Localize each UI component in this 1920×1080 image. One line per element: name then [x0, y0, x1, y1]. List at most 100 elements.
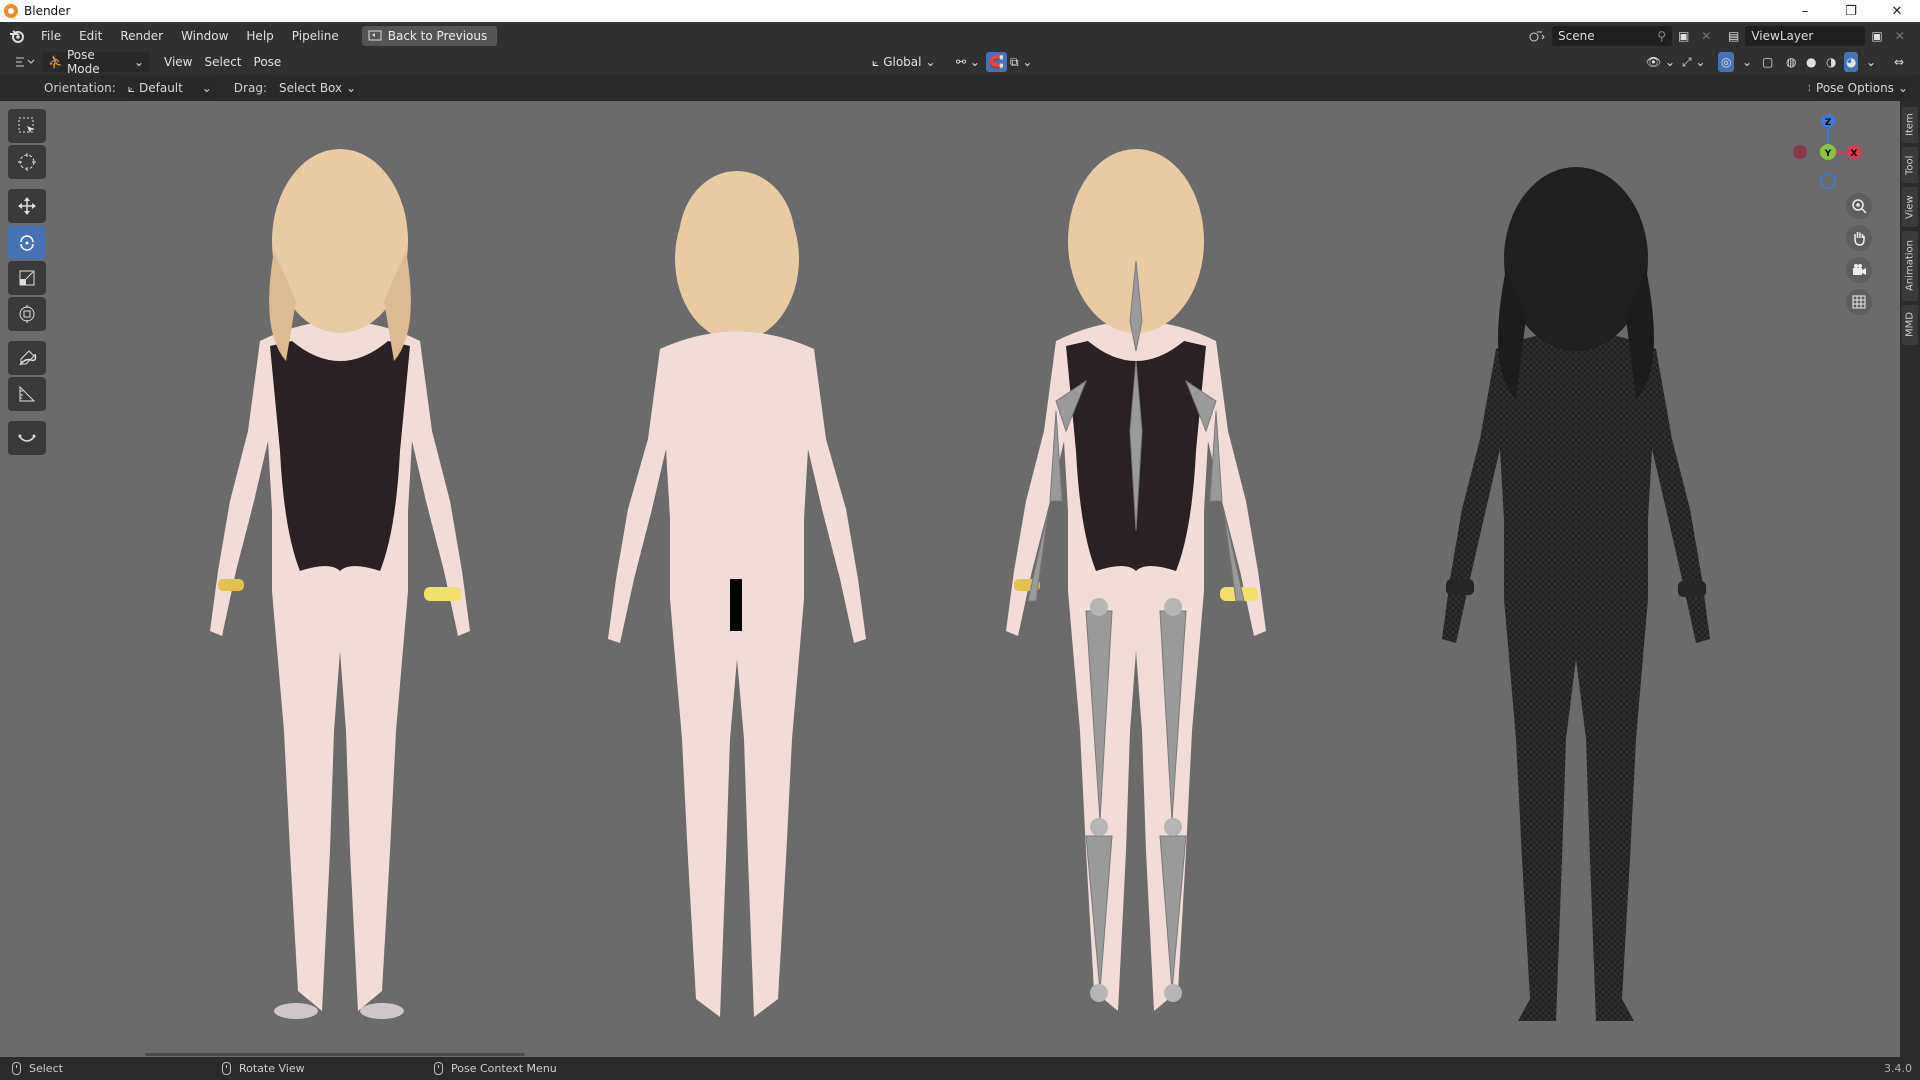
window-title: Blender [24, 4, 71, 18]
gizmo-y-label: Y [1824, 149, 1832, 159]
scene-browse-icon[interactable] [1522, 26, 1552, 46]
gizmo-x-label: X [1851, 149, 1858, 159]
rotate-tool-icon[interactable] [8, 225, 46, 259]
scene-name-field[interactable]: Scene ⚲ [1552, 25, 1672, 46]
viewport-navigation-buttons [1846, 193, 1872, 315]
tab-item[interactable]: Item [1902, 107, 1918, 143]
chevron-down-icon: ⌄ [925, 55, 936, 69]
horizontal-scrollbar[interactable] [145, 1053, 525, 1056]
menu-render[interactable]: Render [111, 25, 172, 47]
menu-window[interactable]: Window [172, 25, 237, 47]
character-model-armature[interactable] [996, 131, 1276, 1031]
chevron-down-icon: ⌄ [133, 55, 144, 69]
status-select-label: Select [29, 1062, 63, 1075]
annotate-tool-icon[interactable] [8, 341, 46, 375]
orientation-axes-icon: ⟀ [872, 54, 880, 69]
snap-target-icon[interactable]: ⧉ ⌄ [1004, 52, 1038, 72]
blender-version: 3.4.0 [1884, 1062, 1912, 1075]
overlays-toggle-icon[interactable]: ◎ [1718, 52, 1735, 72]
shading-dropdown-icon[interactable]: ⌄ [1864, 52, 1878, 72]
header-menu-view[interactable]: View [158, 52, 198, 72]
censor-bar [730, 579, 742, 631]
material-shading-icon[interactable]: ◑ [1824, 52, 1838, 72]
cursor-tool-icon[interactable] [8, 145, 46, 179]
minimize-button[interactable]: – [1782, 0, 1828, 22]
window-titlebar: Blender – ❐ ✕ [0, 0, 1920, 22]
tab-mmd[interactable]: MMD [1902, 305, 1918, 345]
mode-label: Pose Mode [66, 48, 100, 76]
back-to-previous-label: Back to Previous [387, 28, 488, 43]
perspective-grid-icon[interactable] [1846, 289, 1872, 315]
status-bar: Select Rotate View Pose Context Menu 3.4… [0, 1057, 1920, 1080]
measure-tool-icon[interactable] [8, 377, 46, 411]
orientation-label: Orientation: [44, 81, 116, 95]
character-model-wireframe[interactable] [1426, 149, 1726, 1049]
character-model-swimsuit[interactable] [200, 131, 480, 1031]
drag-value: Select Box [278, 81, 343, 95]
status-rotate-view-label: Rotate View [239, 1062, 305, 1075]
visibility-eye-icon[interactable]: 👁 ⌄ [1640, 52, 1681, 72]
close-button[interactable]: ✕ [1874, 0, 1920, 22]
tool-shelf [8, 109, 46, 455]
menu-pipeline[interactable]: Pipeline [283, 25, 348, 47]
header-menu-pose[interactable]: Pose [248, 52, 288, 72]
relax-pose-tool-icon[interactable] [8, 421, 46, 455]
status-context-menu-label: Pose Context Menu [451, 1062, 557, 1075]
sidebar-tabs: Item Tool View Animation MMD [1900, 101, 1920, 1057]
mouse-left-icon [12, 1062, 21, 1075]
wireframe-shading-icon[interactable]: ◍ [1784, 52, 1798, 72]
back-to-previous-button[interactable]: Back to Previous [361, 25, 498, 46]
status-context-menu: Pose Context Menu [434, 1062, 557, 1075]
viewport-header: ⛹ Pose Mode ⌄ View Select Pose ⟀ Global … [0, 48, 1920, 76]
3d-viewport[interactable]: Z X Y [0, 101, 1900, 1057]
view-layer-field[interactable]: ViewLayer [1745, 25, 1866, 46]
menu-help[interactable]: Help [237, 25, 282, 47]
new-scene-icon[interactable]: ▣ [1672, 26, 1695, 46]
window-controls: – ❐ ✕ [1782, 0, 1920, 22]
transform-orientation-dropdown[interactable]: ⟀ Global ⌄ [866, 52, 942, 72]
collapse-header-icon[interactable]: ⇔ [1892, 52, 1906, 72]
maximize-button[interactable]: ❐ [1828, 0, 1874, 22]
pose-options-label: Pose Options [1816, 81, 1894, 95]
menu-file[interactable]: File [32, 25, 70, 47]
pan-hand-icon[interactable] [1846, 225, 1872, 251]
tab-animation[interactable]: Animation [1902, 231, 1918, 301]
mode-selector[interactable]: ⛹ Pose Mode ⌄ [42, 48, 150, 76]
pose-mode-icon: ⛹ [48, 55, 63, 69]
pivot-point-icon[interactable]: ⚯ ⌄ [950, 52, 986, 72]
chevron-down-icon: ⌄ [1897, 81, 1908, 95]
drag-dropdown[interactable]: Select Box ⌄ [272, 78, 363, 98]
drag-label: Drag: [233, 81, 267, 95]
move-tool-icon[interactable] [8, 189, 46, 223]
delete-view-layer-icon[interactable]: ✕ [1889, 26, 1911, 46]
blender-menu-icon[interactable] [8, 27, 26, 45]
camera-view-icon[interactable] [1846, 257, 1872, 283]
menu-edit[interactable]: Edit [70, 25, 111, 47]
orientation-dropdown[interactable]: ⟀ Default ⌄ [121, 78, 218, 98]
chevron-down-icon: ⌄ [201, 81, 212, 95]
transform-tool-icon[interactable] [8, 297, 46, 331]
new-view-layer-icon[interactable]: ▣ [1865, 26, 1888, 46]
character-model-base[interactable] [602, 149, 872, 1029]
overlays-dropdown-icon[interactable]: ⌄ [1740, 52, 1754, 72]
tab-tool[interactable]: Tool [1902, 147, 1918, 183]
view-layer-browse-icon[interactable]: ▤ [1722, 26, 1745, 46]
rendered-shading-icon[interactable]: ◕ [1844, 52, 1859, 72]
pose-options-dropdown[interactable]: Pose Options ⌄ [1810, 78, 1914, 98]
delete-scene-icon[interactable]: ✕ [1695, 26, 1717, 46]
mouse-right-icon [434, 1062, 443, 1075]
scene-selector: Scene ⚲ ▣ ✕ [1522, 25, 1717, 46]
blender-logo-icon [4, 4, 18, 18]
tab-view[interactable]: View [1902, 187, 1918, 227]
navigation-gizmo[interactable]: Z X Y [1772, 107, 1862, 197]
gizmo-toggle-icon[interactable]: ⤢ ⌄ [1676, 52, 1711, 72]
select-box-tool-icon[interactable] [8, 109, 46, 143]
mouse-middle-icon [222, 1062, 231, 1075]
xray-toggle-icon[interactable]: ▢ [1760, 52, 1775, 72]
scale-tool-icon[interactable] [8, 261, 46, 295]
editor-type-icon[interactable] [8, 52, 42, 72]
zoom-icon[interactable] [1846, 193, 1872, 219]
solid-shading-icon[interactable]: ● [1804, 52, 1818, 72]
header-menu-select[interactable]: Select [198, 52, 247, 72]
pin-icon[interactable]: ⚲ [1657, 29, 1666, 43]
